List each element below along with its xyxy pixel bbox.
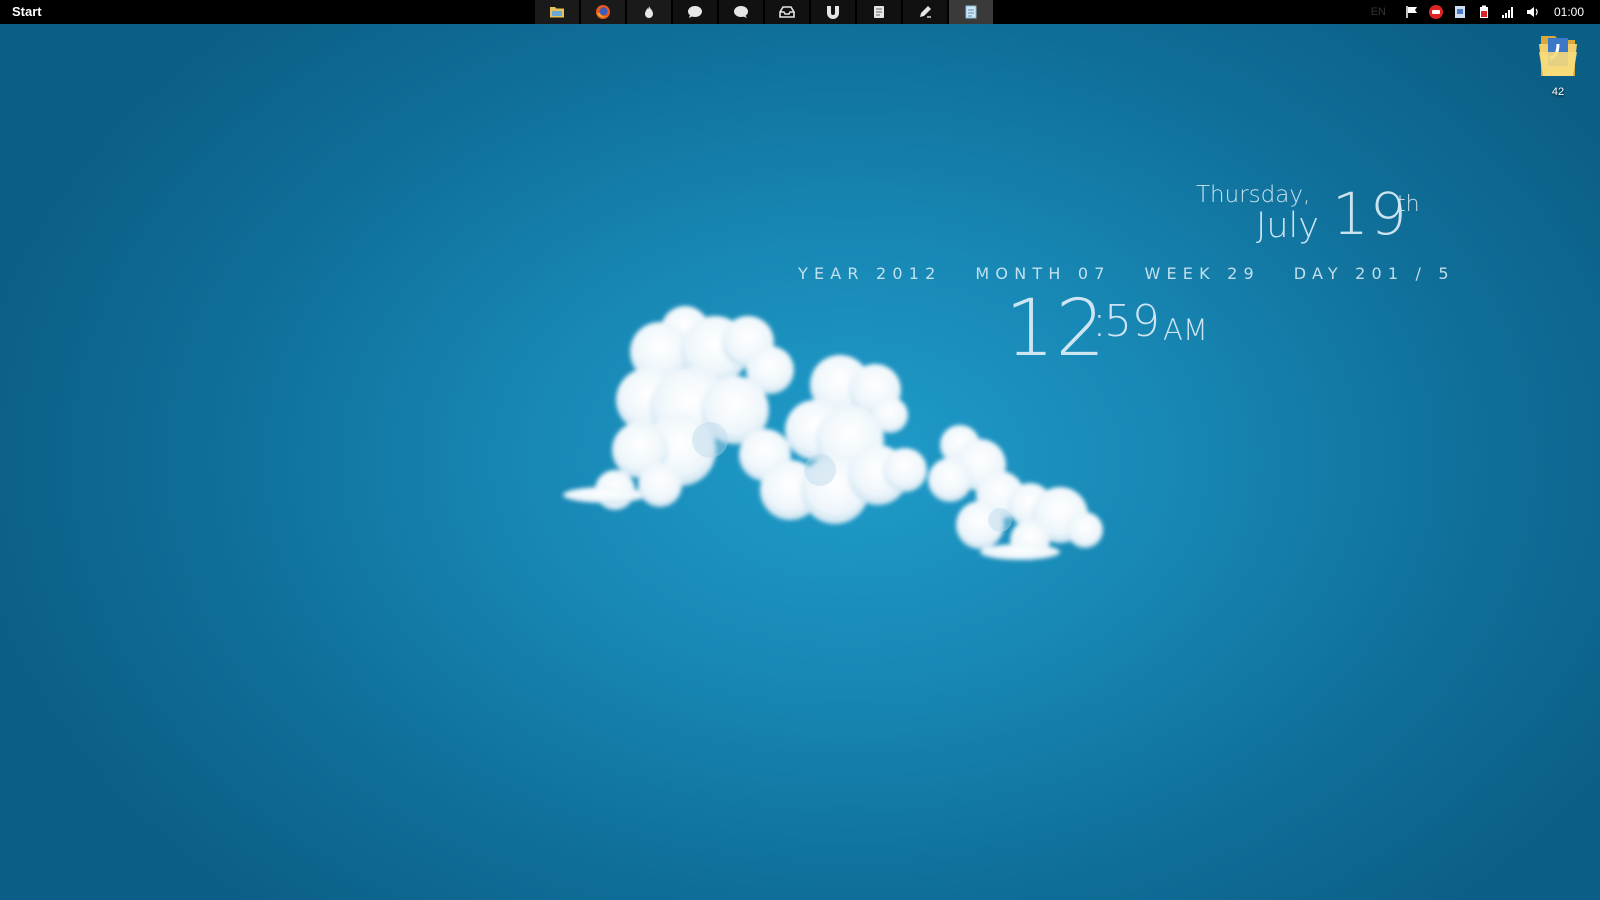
task-button-flame[interactable] <box>627 0 671 24</box>
widget-month: July <box>1256 206 1319 246</box>
flame-icon <box>645 6 653 18</box>
language-indicator[interactable]: EN <box>1371 6 1386 18</box>
task-button-document[interactable] <box>857 0 901 24</box>
widget-weekday: Thursday, <box>1196 182 1311 208</box>
folder-icon <box>550 7 564 18</box>
desktop-folder-label: 42 <box>1551 86 1565 98</box>
folder-icon <box>1539 36 1577 76</box>
pencil-icon <box>920 6 931 18</box>
task-button-chat-2[interactable] <box>719 0 763 24</box>
chat-bubble-icon <box>688 6 702 18</box>
battery-icon <box>1479 5 1488 18</box>
task-button-list <box>535 0 995 24</box>
red-app-icon <box>1428 5 1443 19</box>
chat-bubble-icon <box>734 6 748 18</box>
task-button-chat-1[interactable] <box>673 0 717 24</box>
task-button-inbox[interactable] <box>765 0 809 24</box>
task-button-notepad[interactable] <box>949 0 993 24</box>
system-tray: EN 01:00 <box>1371 0 1600 24</box>
widget-day-ordinal: th <box>1397 192 1420 217</box>
tray-document[interactable] <box>1448 0 1472 24</box>
task-button-explorer[interactable] <box>535 0 579 24</box>
task-button-firefox[interactable] <box>581 0 625 24</box>
start-button[interactable]: Start <box>12 0 42 24</box>
tray-battery[interactable] <box>1472 0 1496 24</box>
widget-day: 19 <box>1332 180 1408 248</box>
notepad-icon <box>965 5 977 19</box>
flag-icon <box>1406 6 1417 18</box>
volume-icon <box>1526 7 1538 17</box>
widget-am-pm: AM <box>1163 313 1208 347</box>
task-button-pencil[interactable] <box>903 0 947 24</box>
tray-volume[interactable] <box>1520 0 1544 24</box>
taskbar: Start EN 01:00 <box>0 0 1600 24</box>
signal-icon <box>1501 7 1513 18</box>
tray-flag[interactable] <box>1400 0 1424 24</box>
document-icon <box>1454 6 1465 18</box>
widget-date-stats: YEAR 2012 MONTH 07 WEEK 29 DAY 201 / 5 <box>798 264 1455 283</box>
inbox-icon <box>779 6 795 18</box>
firefox-icon <box>596 5 610 19</box>
task-button-torrent[interactable] <box>811 0 855 24</box>
document-icon <box>874 6 884 18</box>
tray-signal[interactable] <box>1496 0 1520 24</box>
torrent-icon <box>827 6 839 19</box>
cloud-illustration <box>563 306 1103 560</box>
tray-clock[interactable]: 01:00 <box>1554 5 1584 19</box>
tray-red-app[interactable] <box>1424 0 1448 24</box>
desktop-folder[interactable]: 42 <box>1528 30 1588 98</box>
